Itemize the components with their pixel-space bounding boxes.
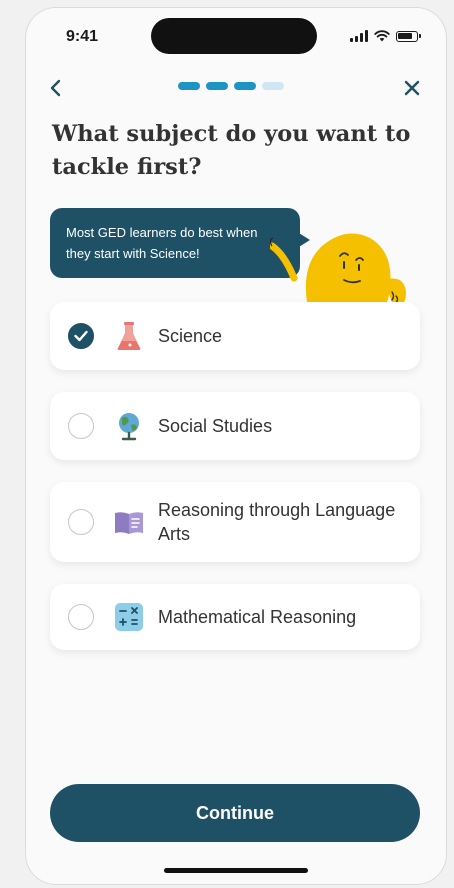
option-label: Mathematical Reasoning — [158, 607, 357, 627]
radio-button[interactable] — [68, 509, 94, 535]
option-language-arts[interactable]: Reasoning through Language Arts — [50, 482, 420, 562]
option-label: Reasoning through Language Arts — [158, 500, 396, 544]
option-label: Social Studies — [158, 416, 273, 436]
option-social-studies[interactable]: Social Studies — [50, 392, 420, 460]
radio-button[interactable] — [68, 413, 94, 439]
back-button[interactable] — [44, 76, 68, 100]
phone-screen: 9:41 What subject do you want to tackle … — [26, 8, 446, 884]
close-icon — [404, 80, 420, 96]
tip-bubble: Most GED learners do best when they star… — [50, 208, 300, 278]
close-button[interactable] — [400, 76, 424, 100]
progress-step — [262, 82, 284, 90]
globe-icon — [119, 413, 139, 441]
progress-step — [178, 82, 200, 90]
option-label: Science — [158, 326, 223, 346]
progress-indicator — [178, 82, 284, 90]
wifi-icon — [374, 30, 390, 42]
option-science[interactable]: Science — [50, 302, 420, 370]
progress-step — [206, 82, 228, 90]
progress-step — [234, 82, 256, 90]
notch — [151, 18, 317, 54]
question-title: What subject do you want to tackle first… — [52, 121, 411, 180]
radio-button[interactable] — [68, 604, 94, 630]
continue-button[interactable]: Continue — [50, 784, 420, 842]
check-icon — [74, 330, 88, 342]
book-icon — [115, 512, 143, 534]
option-math[interactable]: Mathematical Reasoning — [50, 584, 420, 650]
battery-icon — [396, 30, 421, 42]
cellular-signal-icon — [350, 30, 368, 42]
radio-button[interactable] — [68, 323, 94, 349]
mascot-icon — [270, 233, 406, 308]
home-indicator — [164, 868, 308, 873]
calculator-icon — [115, 603, 143, 631]
flask-icon — [117, 322, 141, 350]
status-time: 9:41 — [66, 28, 99, 45]
chevron-left-icon — [50, 79, 61, 97]
status-bar: 9:41 — [26, 8, 446, 64]
status-icons — [350, 30, 421, 42]
